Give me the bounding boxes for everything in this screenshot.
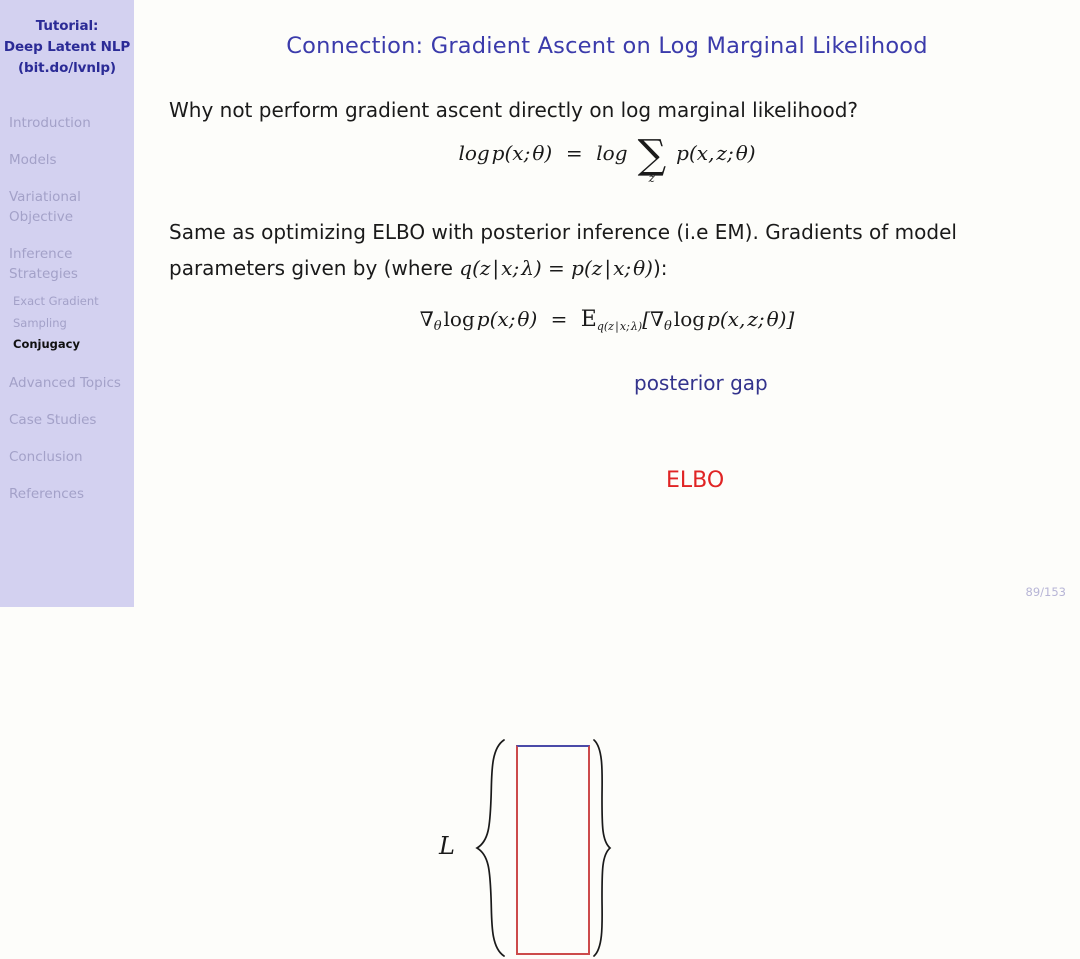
sidebar-item-advanced-topics[interactable]: Advanced Topics <box>9 373 134 393</box>
summation-symbol: ∑ z <box>635 135 669 185</box>
sidebar-header-line-1: Tutorial: <box>35 18 99 34</box>
expectation-subscript: q(z | x; λ) <box>596 320 643 333</box>
posterior-gap-label: posterior gap <box>634 371 768 395</box>
sidebar-item-label-cont: Strategies <box>9 266 78 282</box>
gap-rectangle <box>516 745 590 955</box>
sidebar-item-label: Case Studies <box>9 411 97 428</box>
sidebar-item-inference-strategies[interactable]: Inference Strategies <box>9 244 134 284</box>
sidebar-subitems: Exact Gradient Sampling Conjugacy <box>9 291 134 356</box>
sidebar-item-references[interactable]: References <box>9 484 134 504</box>
sidebar-header-line-2: Deep Latent NLP <box>3 39 131 55</box>
right-brace-icon <box>593 739 612 957</box>
sidebar-header-line-3: (bit.do/lvnlp) <box>17 60 116 76</box>
left-brace-icon <box>475 739 505 957</box>
sidebar-item-introduction[interactable]: Introduction <box>9 113 134 133</box>
page-number: 89/153 <box>1025 585 1066 599</box>
inline-math-posterior: q(z | x; λ) = p(z | x; θ) <box>459 256 653 280</box>
expectation-symbol: E <box>580 307 597 332</box>
slide-content: Connection: Gradient Ascent on Log Margi… <box>134 0 1080 957</box>
sidebar-item-label: Conclusion <box>9 448 83 465</box>
sidebar-item-case-studies[interactable]: Case Studies <box>9 410 134 430</box>
sidebar-subitem-conjugacy[interactable]: Conjugacy <box>13 334 134 356</box>
equation-log-marginal: log p(x; θ) = log ∑ z p(x, z; θ) <box>134 135 1080 185</box>
slide-root: Tutorial: Deep Latent NLP (bit.do/lvnlp)… <box>0 0 1080 957</box>
sidebar-subitem-exact-gradient[interactable]: Exact Gradient <box>13 291 134 313</box>
page-title: Connection: Gradient Ascent on Log Margi… <box>286 33 928 59</box>
sidebar-header: Tutorial: Deep Latent NLP (bit.do/lvnlp) <box>0 16 134 79</box>
equation-log-op: log <box>596 141 628 165</box>
sidebar-item-label: References <box>9 485 85 502</box>
equation-equals: = <box>544 307 574 331</box>
sidebar-item-label: Inference <box>9 246 73 262</box>
sidebar-item-label: Variational <box>9 189 81 205</box>
equation-equals: = <box>559 141 589 165</box>
equation-rhs: p(x, z; θ) <box>676 141 756 165</box>
sidebar-subitem-sampling[interactable]: Sampling <box>13 313 134 335</box>
equation-lhs: log p(x; θ) <box>458 141 553 165</box>
sidebar: Tutorial: Deep Latent NLP (bit.do/lvnlp)… <box>0 0 134 607</box>
sidebar-item-label: Models <box>9 152 57 168</box>
summation-subscript: z <box>648 171 655 185</box>
sidebar-item-models[interactable]: Models <box>9 150 134 170</box>
sidebar-item-conclusion[interactable]: Conclusion <box>9 447 134 467</box>
sidebar-item-label-cont: Objective <box>9 209 74 225</box>
paragraph-elbo-equivalence: Same as optimizing ELBO with posterior i… <box>169 214 1069 286</box>
paragraph-text-part2: ): <box>652 256 668 280</box>
expectation-bracket: [∇θ log p(x, z; θ)] <box>642 307 795 334</box>
sidebar-item-label: Advanced Topics <box>9 374 121 391</box>
sidebar-item-variational-objective[interactable]: Variational Objective <box>9 187 134 227</box>
diagram-label-L: L <box>439 832 455 860</box>
sidebar-nav: Introduction Models Variational Objectiv… <box>0 113 134 504</box>
elbo-gap-diagram: L posterior gap ELBO <box>134 365 1080 957</box>
equation-gradient-expectation: ∇θ log p(x; θ) = Eq(z | x; λ)[∇θ log p(x… <box>134 307 1080 334</box>
paragraph-question: Why not perform gradient ascent directly… <box>169 98 859 122</box>
sidebar-item-label: Introduction <box>9 115 91 131</box>
elbo-label: ELBO <box>666 468 725 493</box>
equation-lhs: ∇θ log p(x; θ) <box>419 307 538 334</box>
